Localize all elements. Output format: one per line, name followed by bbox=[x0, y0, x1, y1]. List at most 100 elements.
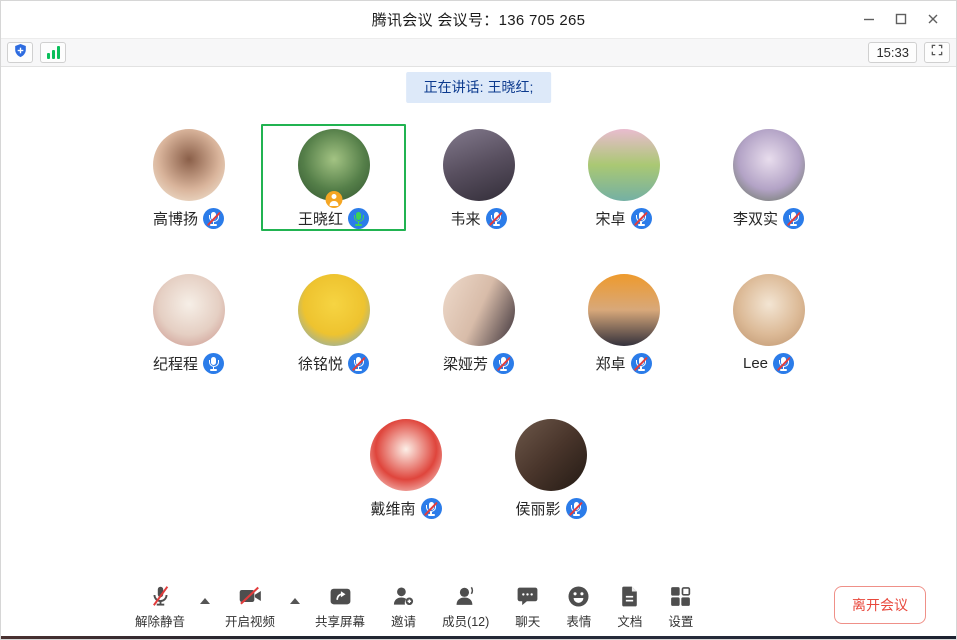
avatar-wrap bbox=[153, 129, 225, 201]
chat-icon bbox=[515, 583, 540, 609]
host-badge-icon bbox=[325, 191, 342, 208]
participant-name: 侯丽影 bbox=[515, 498, 560, 519]
shield-health-icon bbox=[13, 43, 28, 63]
close-button[interactable] bbox=[917, 4, 949, 34]
participant-name: 李双实 bbox=[733, 208, 778, 229]
toolbar-settings-button[interactable]: 设置 bbox=[655, 583, 706, 636]
mic-muted-icon[interactable] bbox=[773, 353, 794, 374]
network-signal-button[interactable] bbox=[40, 42, 66, 63]
camera-muted-icon bbox=[237, 583, 263, 609]
toolbar-label: 聊天 bbox=[515, 611, 540, 630]
avatar bbox=[153, 274, 225, 346]
document-icon bbox=[617, 583, 642, 609]
name-row: 纪程程 bbox=[153, 353, 224, 374]
participant-cell[interactable]: 戴维南 bbox=[334, 414, 479, 521]
participant-name: 郑卓 bbox=[595, 353, 625, 374]
toolbar-members-button[interactable]: 成员(12) bbox=[429, 583, 502, 636]
chevron-up-icon[interactable] bbox=[200, 598, 210, 604]
name-row: 侯丽影 bbox=[515, 498, 586, 519]
avatar bbox=[370, 419, 442, 491]
toolbar-unmute-button[interactable]: 解除静音 bbox=[122, 583, 198, 636]
toolbar-share-screen-button[interactable]: 共享屏幕 bbox=[302, 583, 378, 636]
share-screen-icon bbox=[328, 583, 353, 609]
leave-meeting-button[interactable]: 离开会议 bbox=[834, 586, 926, 624]
avatar-wrap bbox=[153, 274, 225, 346]
participant-cell[interactable]: 侯丽影 bbox=[479, 414, 624, 521]
minimize-button[interactable] bbox=[853, 4, 885, 34]
toolbar-label: 文档 bbox=[617, 611, 642, 630]
toolbar-start-video-button[interactable]: 开启视频 bbox=[212, 583, 288, 636]
mic-active-icon[interactable] bbox=[203, 353, 224, 374]
participant-cell[interactable]: 郑卓 bbox=[551, 269, 696, 376]
mic-muted-icon[interactable] bbox=[566, 498, 587, 519]
mic-muted-icon[interactable] bbox=[421, 498, 442, 519]
participant-name: 徐铭悦 bbox=[298, 353, 343, 374]
mic-muted-icon[interactable] bbox=[203, 208, 224, 229]
toolbar-label: 开启视频 bbox=[225, 611, 275, 630]
participant-name: 梁娅芳 bbox=[443, 353, 488, 374]
toolbar-label: 共享屏幕 bbox=[315, 611, 365, 630]
speaking-banner: 正在讲话: 王晓红; bbox=[406, 72, 552, 103]
avatar-wrap bbox=[733, 274, 805, 346]
avatar bbox=[443, 274, 515, 346]
avatar bbox=[443, 129, 515, 201]
avatar bbox=[588, 129, 660, 201]
settings-icon bbox=[668, 583, 693, 609]
mic-speaking-icon[interactable] bbox=[348, 208, 369, 229]
participant-name: 宋卓 bbox=[595, 208, 625, 229]
participant-cell[interactable]: Lee bbox=[696, 269, 841, 376]
name-row: Lee bbox=[743, 353, 794, 374]
participant-name: Lee bbox=[743, 355, 768, 372]
toolbar-invite-button[interactable]: 邀请 bbox=[378, 583, 429, 636]
participant-row: 戴维南 侯丽影 bbox=[0, 414, 957, 521]
toolbar-label: 表情 bbox=[566, 611, 591, 630]
mic-muted-icon[interactable] bbox=[631, 208, 652, 229]
participant-name: 王晓红 bbox=[298, 208, 343, 229]
participant-cell[interactable]: 徐铭悦 bbox=[261, 269, 406, 376]
participant-cell[interactable]: 王晓红 bbox=[261, 124, 406, 231]
mic-muted-icon[interactable] bbox=[493, 353, 514, 374]
participant-name: 戴维南 bbox=[370, 498, 415, 519]
mic-muted-icon[interactable] bbox=[783, 208, 804, 229]
meeting-toolbar-bottom: 解除静音 开启视频 共享屏幕 邀请成员(12) 聊天 表情 文档 设置 离开会议 bbox=[0, 582, 957, 636]
avatar-wrap bbox=[443, 274, 515, 346]
avatar-wrap bbox=[515, 419, 587, 491]
toolbar-docs-button[interactable]: 文档 bbox=[604, 583, 655, 636]
name-row: 徐铭悦 bbox=[298, 353, 369, 374]
avatar bbox=[588, 274, 660, 346]
maximize-button[interactable] bbox=[885, 4, 917, 34]
avatar bbox=[298, 274, 370, 346]
toolbar-chat-button[interactable]: 聊天 bbox=[502, 583, 553, 636]
participant-cell[interactable]: 梁娅芳 bbox=[406, 269, 551, 376]
participant-grid: 高博扬 王晓红 韦来 宋卓 李双实纪程程 徐铭悦 梁娅芳 郑卓 Lee 戴维南 侯丽影 bbox=[0, 124, 957, 559]
toolbar-label: 邀请 bbox=[391, 611, 416, 630]
meeting-health-button[interactable] bbox=[7, 42, 33, 63]
name-row: 高博扬 bbox=[153, 208, 224, 229]
participant-cell[interactable]: 高博扬 bbox=[116, 124, 261, 231]
participant-row: 纪程程 徐铭悦 梁娅芳 郑卓 Lee bbox=[0, 269, 957, 376]
avatar bbox=[733, 129, 805, 201]
avatar bbox=[153, 129, 225, 201]
name-row: 韦来 bbox=[450, 208, 506, 229]
mic-muted-icon[interactable] bbox=[486, 208, 507, 229]
toolbar-label: 设置 bbox=[668, 611, 693, 630]
window-title: 腾讯会议 会议号：136 705 265 bbox=[372, 9, 586, 30]
participant-cell[interactable]: 韦来 bbox=[406, 124, 551, 231]
meeting-timer: 15:33 bbox=[868, 42, 917, 63]
participant-name: 纪程程 bbox=[153, 353, 198, 374]
fullscreen-icon bbox=[930, 43, 944, 62]
mic-muted-icon[interactable] bbox=[348, 353, 369, 374]
participant-row: 高博扬 王晓红 韦来 宋卓 李双实 bbox=[0, 124, 957, 231]
participant-cell[interactable]: 李双实 bbox=[696, 124, 841, 231]
mic-muted-icon[interactable] bbox=[631, 353, 652, 374]
toolbar-label: 解除静音 bbox=[135, 611, 185, 630]
avatar-wrap bbox=[588, 129, 660, 201]
participant-cell[interactable]: 纪程程 bbox=[116, 269, 261, 376]
toolbar-emoji-button[interactable]: 表情 bbox=[553, 583, 604, 636]
chevron-up-icon[interactable] bbox=[290, 598, 300, 604]
mic-muted-icon bbox=[148, 583, 173, 609]
fullscreen-button[interactable] bbox=[924, 42, 950, 63]
name-row: 李双实 bbox=[733, 208, 804, 229]
name-row: 戴维南 bbox=[370, 498, 441, 519]
participant-cell[interactable]: 宋卓 bbox=[551, 124, 696, 231]
